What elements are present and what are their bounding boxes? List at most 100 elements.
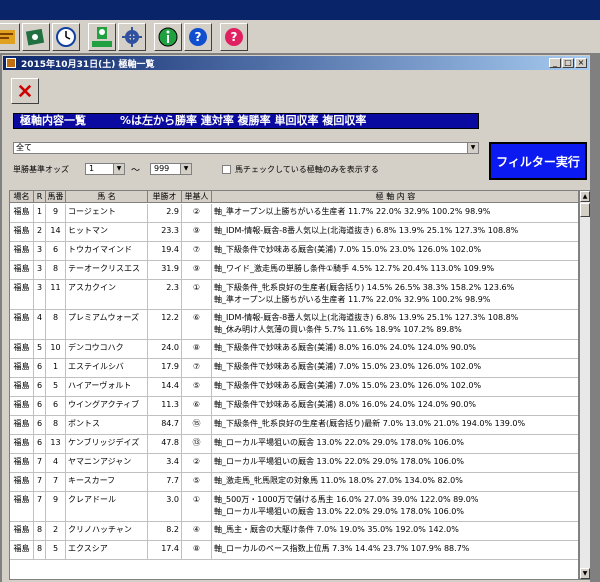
cell-content: 軸_ローカル平場狙いの厩舎 13.0% 22.0% 29.0% 178.0% 1… — [212, 454, 578, 473]
table-row[interactable]: 福島 6 8 ポントス 84.7 ⑮ 軸_下級条件_牝系良好の生産者(厩舎括り)最新 7.0… — [10, 416, 578, 435]
cell-race: 4 — [34, 310, 46, 340]
content-line: 軸_ローカル平場狙いの厩舎 13.0% 22.0% 29.0% 178.0% 1… — [214, 507, 464, 516]
app-title-bar — [0, 0, 600, 20]
cell-content: 軸_下級条件で妙味ある厩舎(美浦) 7.0% 15.0% 23.0% 126.0… — [212, 359, 578, 378]
chevron-down-icon[interactable]: ▼ — [180, 164, 191, 174]
table-row[interactable]: 福島 5 10 デンコウコハク 24.0 ⑧ 軸_下級条件で妙味ある厩舎(美浦) 8.0% … — [10, 340, 578, 359]
minimize-button[interactable]: _ — [549, 58, 561, 68]
cell-content: 軸_500万・1000万で儲ける馬主 16.0% 27.0% 39.0% 122… — [212, 492, 578, 522]
table-row[interactable]: 福島 8 5 エクスシア 17.4 ⑧ 軸_ローカルのペース指数上位馬 7.3% 14.4%… — [10, 541, 578, 560]
column-header[interactable]: 極 軸 内 容 — [212, 191, 578, 203]
scroll-thumb[interactable] — [580, 203, 590, 217]
table-row[interactable]: 福島 6 13 ケンブリッジデイズ 47.8 ⑬ 軸_ローカル平場狙いの厩舎 13.0% 2… — [10, 435, 578, 454]
chevron-down-icon[interactable]: ▼ — [467, 143, 478, 153]
content-line: 軸_IDM-情報-厩舎-8番人気以上(北海道抜き) 6.8% 13.9% 25.… — [214, 313, 519, 322]
filter-select[interactable]: 全て ▼ — [13, 142, 479, 154]
cell-venue: 福島 — [10, 242, 34, 261]
chevron-down-icon[interactable]: ▼ — [113, 164, 124, 174]
cell-venue: 福島 — [10, 416, 34, 435]
cell-num: 4 — [46, 454, 66, 473]
cell-odds: 14.4 — [148, 378, 182, 397]
cell-num: 1 — [46, 359, 66, 378]
cell-venue: 福島 — [10, 397, 34, 416]
cell-race: 3 — [34, 261, 46, 280]
cell-content: 軸_ローカルのペース指数上位馬 7.3% 14.4% 23.7% 107.9% … — [212, 541, 578, 560]
close-button[interactable] — [11, 78, 39, 104]
column-header[interactable]: 馬 名 — [66, 191, 148, 203]
cell-content: 軸_下級条件_牝系良好の生産者(厩舎括り)最新 7.0% 13.0% 21.0%… — [212, 416, 578, 435]
table-row[interactable]: 福島 3 8 テーオークリスエス 31.9 ⑨ 軸_ワイド_激走馬の単勝し条件①騎手 4.5… — [10, 261, 578, 280]
cell-num: 8 — [46, 416, 66, 435]
toolbar-button-clock[interactable] — [52, 23, 80, 51]
svg-text:?: ? — [195, 30, 202, 44]
cell-content: 軸_ローカル平場狙いの厩舎 13.0% 22.0% 29.0% 178.0% 1… — [212, 435, 578, 454]
cell-race: 3 — [34, 242, 46, 261]
horse-check-checkbox[interactable] — [222, 165, 231, 174]
toolbar-button-data[interactable] — [0, 23, 20, 51]
table-row[interactable]: 福島 6 1 エステイルシバ 17.9 ⑦ 軸_下級条件で妙味ある厩舎(美浦) 7.0% 1… — [10, 359, 578, 378]
scroll-down-icon[interactable]: ▼ — [580, 568, 590, 579]
cell-race: 7 — [34, 454, 46, 473]
table-row[interactable]: 福島 4 8 プレミアムウォーズ 12.2 ⑥ 軸_IDM-情報-厩舎-8番人気以上(北海道… — [10, 310, 578, 340]
column-header[interactable]: 場名 — [10, 191, 34, 203]
cell-venue: 福島 — [10, 473, 34, 492]
column-header[interactable]: 馬番 — [46, 191, 66, 203]
content-line: 軸_ローカル平場狙いの厩舎 13.0% 22.0% 29.0% 178.0% 1… — [214, 438, 464, 447]
table-row[interactable]: 福島 8 2 クリノハッチャン 8.2 ④ 軸_馬主・厩舎の大駆け条件 7.0% 19.0%… — [10, 522, 578, 541]
table-row[interactable]: 福島 6 6 ウイングアクティブ 11.3 ⑥ 軸_下級条件で妙味ある厩舎(美浦) 8.0%… — [10, 397, 578, 416]
cell-content: 軸_下級条件で妙味ある厩舎(美浦) 7.0% 15.0% 23.0% 126.0… — [212, 242, 578, 261]
odds-min-select[interactable]: 1 ▼ — [85, 163, 125, 175]
cell-venue: 福島 — [10, 280, 34, 310]
toolbar-button-help[interactable]: ? — [184, 23, 212, 51]
window-close-button[interactable]: × — [575, 58, 587, 68]
table-row[interactable]: 福島 2 14 ヒットマン 23.3 ⑨ 軸_IDM-情報-厩舎-8番人気以上(北海道抜き)… — [10, 223, 578, 242]
cell-venue: 福島 — [10, 492, 34, 522]
toolbar-button-settings[interactable] — [118, 23, 146, 51]
cell-num: 11 — [46, 280, 66, 310]
cell-venue: 福島 — [10, 223, 34, 242]
cell-rank: ⑦ — [182, 359, 212, 378]
column-header[interactable]: R — [34, 191, 46, 203]
cell-name: ヒットマン — [66, 223, 148, 242]
table-row[interactable]: 福島 6 5 ハイアーヴォルト 14.4 ⑤ 軸_下級条件で妙味ある厩舎(美浦) 7.0% … — [10, 378, 578, 397]
table-row[interactable]: 福島 3 6 トウカイマインド 19.4 ⑦ 軸_下級条件で妙味ある厩舎(美浦) 7.0% … — [10, 242, 578, 261]
cell-num: 5 — [46, 541, 66, 560]
cell-venue: 福島 — [10, 435, 34, 454]
cell-odds: 84.7 — [148, 416, 182, 435]
column-header[interactable]: 単基人 — [182, 191, 212, 203]
cell-rank: ① — [182, 280, 212, 310]
toolbar-button-info[interactable] — [154, 23, 182, 51]
cell-name: キースカーフ — [66, 473, 148, 492]
cell-name: エステイルシバ — [66, 359, 148, 378]
toolbar-button-question[interactable]: ? — [220, 23, 248, 51]
vertical-scrollbar[interactable]: ▲ ▼ — [579, 190, 591, 580]
cell-race: 6 — [34, 378, 46, 397]
window-title-bar[interactable]: 2015年10月31日(土) 極軸一覧 _ □ × — [3, 56, 589, 70]
toolbar-button-horse[interactable] — [22, 23, 50, 51]
cell-race: 8 — [34, 522, 46, 541]
table-row[interactable]: 福島 1 9 コージェント 2.9 ② 軸_準オープン以上勝ちがいる生産者 11.7% 22… — [10, 204, 578, 223]
content-line: 軸_下級条件で妙味ある厩舎(美浦) 8.0% 16.0% 24.0% 124.0… — [214, 343, 477, 352]
cell-race: 5 — [34, 340, 46, 359]
cell-venue: 福島 — [10, 310, 34, 340]
main-toolbar: ? ? — [0, 20, 600, 54]
maximize-button[interactable]: □ — [562, 58, 574, 68]
cell-name: ポントス — [66, 416, 148, 435]
table-row[interactable]: 福島 7 4 ヤマニンアジャン 3.4 ② 軸_ローカル平場狙いの厩舎 13.0% 22.0… — [10, 454, 578, 473]
cell-name: ウイングアクティブ — [66, 397, 148, 416]
table-row[interactable]: 福島 7 9 クレアドール 3.0 ① 軸_500万・1000万で儲ける馬主 16.0% 2… — [10, 492, 578, 522]
cell-venue: 福島 — [10, 541, 34, 560]
horse-check-label[interactable]: 馬チェックしている極軸のみを表示する — [235, 164, 379, 175]
scroll-up-icon[interactable]: ▲ — [580, 191, 590, 202]
odds-max-select[interactable]: 999 ▼ — [150, 163, 192, 175]
toolbar-button-ipat[interactable] — [88, 23, 116, 51]
column-header[interactable]: 単勝オ — [148, 191, 182, 203]
filter-run-button[interactable]: フィルター実行 — [489, 142, 587, 180]
table-row[interactable]: 福島 7 7 キースカーフ 7.7 ⑤ 軸_激走馬_牝馬限定の対象馬 11.0% 18.0%… — [10, 473, 578, 492]
cell-num: 2 — [46, 522, 66, 541]
table-row[interactable]: 福島 3 11 アスカクイン 2.3 ① 軸_下級条件_牝系良好の生産者(厩舎括り) 14.… — [10, 280, 578, 310]
cell-venue: 福島 — [10, 454, 34, 473]
cell-venue: 福島 — [10, 261, 34, 280]
cell-odds: 47.8 — [148, 435, 182, 454]
odds-label: 単勝基準オッズ — [13, 165, 69, 174]
